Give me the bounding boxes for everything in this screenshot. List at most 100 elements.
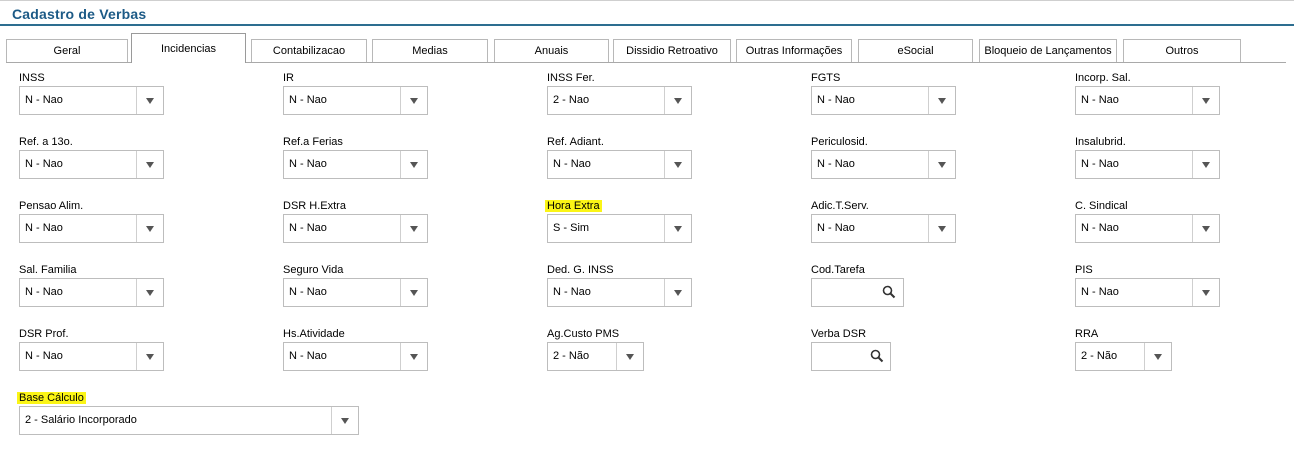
chevron-down-icon — [938, 98, 946, 104]
c-sindical-label: C. Sindical — [1075, 200, 1128, 212]
rra-select[interactable]: 2 - Não — [1075, 342, 1172, 371]
chevron-down-icon — [1202, 226, 1210, 232]
rra-label: RRA — [1075, 328, 1099, 340]
tab-anuais[interactable]: Anuais — [494, 39, 609, 62]
c-sindical-dropdown-button[interactable] — [1192, 215, 1219, 242]
dsr-hextra-label: DSR H.Extra — [283, 200, 346, 212]
ref-13-value: N - Nao — [25, 158, 63, 170]
pis-dropdown-button[interactable] — [1192, 279, 1219, 306]
hora-extra-select[interactable]: S - Sim — [547, 214, 692, 243]
pensao-alim-dropdown-button[interactable] — [136, 215, 163, 242]
tab-medias[interactable]: Medias — [372, 39, 488, 62]
ref-adiant-dropdown-button[interactable] — [664, 151, 691, 178]
ir-value: N - Nao — [289, 94, 327, 106]
inss-dropdown-button[interactable] — [136, 87, 163, 114]
ded-g-inss-dropdown-button[interactable] — [664, 279, 691, 306]
chevron-down-icon — [1202, 98, 1210, 104]
seguro-vida-label: Seguro Vida — [283, 264, 344, 276]
hs-atividade-label: Hs.Atividade — [283, 328, 345, 340]
hora-extra-dropdown-button[interactable] — [664, 215, 691, 242]
ref-ferias-dropdown-button[interactable] — [400, 151, 427, 178]
pis-select[interactable]: N - Nao — [1075, 278, 1220, 307]
chevron-down-icon — [674, 162, 682, 168]
inss-fer-dropdown-button[interactable] — [664, 87, 691, 114]
hs-atividade-select[interactable]: N - Nao — [283, 342, 428, 371]
periculosid-dropdown-button[interactable] — [928, 151, 955, 178]
fgts-dropdown-button[interactable] — [928, 87, 955, 114]
tab-bloqueio-lancamentos[interactable]: Bloqueio de Lançamentos — [979, 39, 1117, 62]
chevron-down-icon — [341, 418, 349, 424]
sal-familia-dropdown-button[interactable] — [136, 279, 163, 306]
periculosid-label: Periculosid. — [811, 136, 868, 148]
ir-dropdown-button[interactable] — [400, 87, 427, 114]
c-sindical-select[interactable]: N - Nao — [1075, 214, 1220, 243]
base-calculo-value: 2 - Salário Incorporado — [25, 414, 137, 426]
tab-outros[interactable]: Outros — [1123, 39, 1241, 62]
fgts-select[interactable]: N - Nao — [811, 86, 956, 115]
inss-select[interactable]: N - Nao — [19, 86, 164, 115]
ref-13-dropdown-button[interactable] — [136, 151, 163, 178]
tab-geral[interactable]: Geral — [6, 39, 128, 62]
ir-select[interactable]: N - Nao — [283, 86, 428, 115]
ded-g-inss-value: N - Nao — [553, 286, 591, 298]
periculosid-value: N - Nao — [817, 158, 855, 170]
tab-outras-informacoes[interactable]: Outras Informações — [736, 39, 852, 62]
chevron-down-icon — [410, 98, 418, 104]
ded-g-inss-select[interactable]: N - Nao — [547, 278, 692, 307]
chevron-down-icon — [674, 98, 682, 104]
incorp-sal-dropdown-button[interactable] — [1192, 87, 1219, 114]
dsr-prof-dropdown-button[interactable] — [136, 343, 163, 370]
inss-fer-value: 2 - Nao — [553, 94, 590, 106]
cod-tarefa-label: Cod.Tarefa — [811, 264, 865, 276]
inss-fer-label: INSS Fer. — [547, 72, 595, 84]
seguro-vida-select[interactable]: N - Nao — [283, 278, 428, 307]
inss-fer-select[interactable]: 2 - Nao — [547, 86, 692, 115]
adic-tserv-select[interactable]: N - Nao — [811, 214, 956, 243]
search-icon[interactable] — [870, 349, 884, 363]
ag-custo-pms-select[interactable]: 2 - Não — [547, 342, 644, 371]
insalubrid-select[interactable]: N - Nao — [1075, 150, 1220, 179]
inss-value: N - Nao — [25, 94, 63, 106]
seguro-vida-dropdown-button[interactable] — [400, 279, 427, 306]
ref-13-select[interactable]: N - Nao — [19, 150, 164, 179]
incorp-sal-select[interactable]: N - Nao — [1075, 86, 1220, 115]
insalubrid-dropdown-button[interactable] — [1192, 151, 1219, 178]
tab-esocial[interactable]: eSocial — [858, 39, 973, 62]
tab-contabilizacao[interactable]: Contabilizacao — [251, 39, 367, 62]
pensao-alim-select[interactable]: N - Nao — [19, 214, 164, 243]
adic-tserv-value: N - Nao — [817, 222, 855, 234]
ag-custo-pms-dropdown-button[interactable] — [616, 343, 643, 370]
tab-incidencias[interactable]: Incidencias — [131, 33, 246, 63]
sal-familia-select[interactable]: N - Nao — [19, 278, 164, 307]
chevron-down-icon — [410, 226, 418, 232]
tab-dissidio-retroativo[interactable]: Dissidio Retroativo — [613, 39, 731, 62]
ref-adiant-select[interactable]: N - Nao — [547, 150, 692, 179]
chevron-down-icon — [146, 354, 154, 360]
ref-ferias-select[interactable]: N - Nao — [283, 150, 428, 179]
cod-tarefa-input[interactable] — [811, 278, 904, 307]
dsr-hextra-select[interactable]: N - Nao — [283, 214, 428, 243]
base-calculo-dropdown-button[interactable] — [331, 407, 358, 434]
incorp-sal-value: N - Nao — [1081, 94, 1119, 106]
chevron-down-icon — [146, 290, 154, 296]
dsr-hextra-dropdown-button[interactable] — [400, 215, 427, 242]
chevron-down-icon — [146, 98, 154, 104]
periculosid-select[interactable]: N - Nao — [811, 150, 956, 179]
base-calculo-label-text: Base Cálculo — [17, 392, 86, 404]
base-calculo-select[interactable]: 2 - Salário Incorporado — [19, 406, 359, 435]
sal-familia-value: N - Nao — [25, 286, 63, 298]
pensao-alim-label: Pensao Alim. — [19, 200, 84, 212]
hs-atividade-dropdown-button[interactable] — [400, 343, 427, 370]
rra-dropdown-button[interactable] — [1144, 343, 1171, 370]
verba-dsr-input[interactable] — [811, 342, 891, 371]
sal-familia-label: Sal. Familia — [19, 264, 77, 276]
hora-extra-label-text: Hora Extra — [545, 200, 602, 212]
dsr-prof-select[interactable]: N - Nao — [19, 342, 164, 371]
hs-atividade-value: N - Nao — [289, 350, 327, 362]
adic-tserv-dropdown-button[interactable] — [928, 215, 955, 242]
ref-ferias-label: Ref.a Ferias — [283, 136, 343, 148]
chevron-down-icon — [410, 354, 418, 360]
rra-value: 2 - Não — [1081, 350, 1118, 362]
search-icon[interactable] — [882, 285, 896, 299]
dsr-prof-value: N - Nao — [25, 350, 63, 362]
